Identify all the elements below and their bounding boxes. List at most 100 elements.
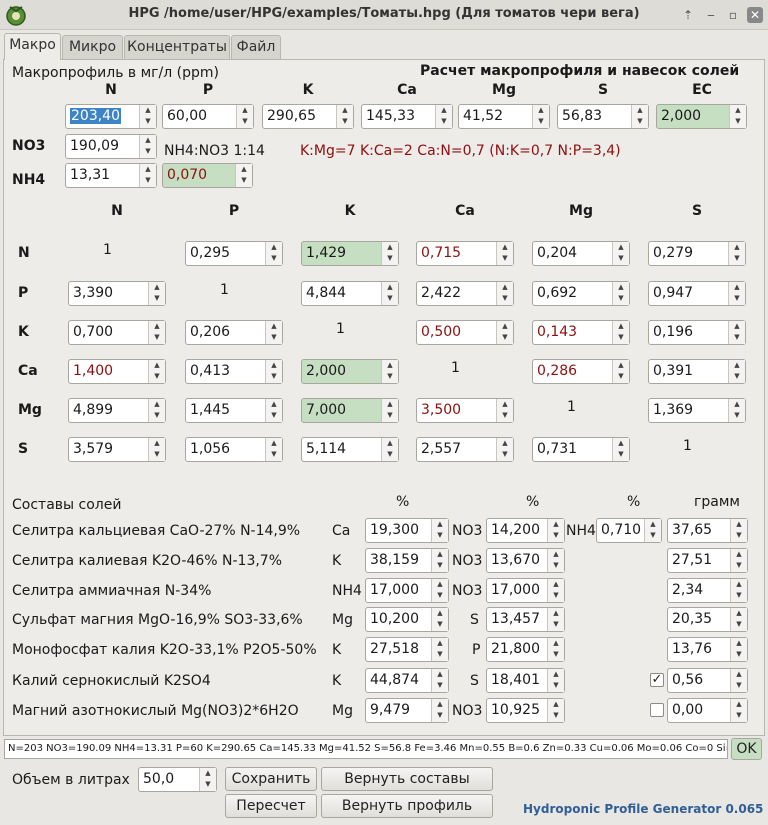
matrix-cell-ca-n[interactable]: 1,400 ▲ ▼ [68, 359, 166, 384]
matrix-cell-p-s[interactable]: 0,947 ▲ ▼ [648, 281, 746, 306]
spin-arrows-icon[interactable]: ▲ ▼ [547, 579, 564, 602]
salt-checkbox-5[interactable]: ✓ [650, 673, 664, 687]
tab-concentrates[interactable]: Концентраты [124, 35, 230, 59]
matrix-cell-p-ca[interactable]: 2,422 ▲ ▼ [416, 281, 514, 306]
spin-arrows-icon[interactable]: ▲ ▼ [547, 549, 564, 572]
maximize-icon[interactable]: ▫ [725, 7, 741, 23]
spin-arrows-icon[interactable]: ▲ ▼ [148, 438, 165, 461]
spin-arrows-icon[interactable]: ▲ ▼ [547, 638, 564, 661]
salt-pct1-1[interactable]: 38,159 ▲ ▼ [365, 548, 449, 573]
spin-arrows-icon[interactable]: ▲ ▼ [612, 360, 629, 383]
ok-button[interactable]: OK [731, 738, 762, 760]
matrix-cell-p-n[interactable]: 3,390 ▲ ▼ [68, 281, 166, 306]
spin-arrows-icon[interactable]: ▲ ▼ [431, 549, 448, 572]
no3-spinbox[interactable]: 190,09 ▲ ▼ [65, 134, 157, 159]
salt-gram-5[interactable]: 0,56 ▲ ▼ [667, 668, 748, 693]
macro-spinbox-ec[interactable]: 2,000 ▲ ▼ [656, 104, 747, 129]
recalc-button[interactable]: Пересчет [225, 794, 317, 818]
matrix-cell-ca-mg[interactable]: 0,286 ▲ ▼ [532, 359, 630, 384]
spin-arrows-icon[interactable]: ▲ ▼ [730, 699, 747, 722]
spin-arrows-icon[interactable]: ▲ ▼ [532, 105, 549, 128]
spin-arrows-icon[interactable]: ▲ ▼ [728, 242, 745, 265]
matrix-cell-mg-k[interactable]: 7,000 ▲ ▼ [301, 398, 399, 423]
salt-gram-3[interactable]: 20,35 ▲ ▼ [667, 607, 748, 632]
spin-arrows-icon[interactable]: ▲ ▼ [612, 282, 629, 305]
matrix-cell-ca-k[interactable]: 2,000 ▲ ▼ [301, 359, 399, 384]
salt-pct2-1[interactable]: 13,670 ▲ ▼ [486, 548, 565, 573]
spin-arrows-icon[interactable]: ▲ ▼ [728, 360, 745, 383]
matrix-cell-k-mg[interactable]: 0,143 ▲ ▼ [532, 320, 630, 345]
spin-arrows-icon[interactable]: ▲ ▼ [381, 282, 398, 305]
tab-macro[interactable]: Макро [4, 33, 61, 60]
salt-gram-0[interactable]: 37,65 ▲ ▼ [667, 518, 748, 543]
salt-pct3-0[interactable]: 0,710 ▲ ▼ [596, 518, 662, 543]
macro-spinbox-n[interactable]: 203,40 ▲ ▼ [65, 104, 157, 129]
salt-pct2-2[interactable]: 17,000 ▲ ▼ [486, 578, 565, 603]
matrix-cell-k-s[interactable]: 0,196 ▲ ▼ [648, 320, 746, 345]
matrix-cell-mg-s[interactable]: 1,369 ▲ ▼ [648, 398, 746, 423]
spin-arrows-icon[interactable]: ▲ ▼ [730, 608, 747, 631]
salt-pct2-6[interactable]: 10,925 ▲ ▼ [486, 698, 565, 723]
matrix-cell-s-n[interactable]: 3,579 ▲ ▼ [68, 437, 166, 462]
salt-pct2-0[interactable]: 14,200 ▲ ▼ [486, 518, 565, 543]
salt-pct2-4[interactable]: 21,800 ▲ ▼ [486, 637, 565, 662]
salt-gram-4[interactable]: 13,76 ▲ ▼ [667, 637, 748, 662]
matrix-cell-k-ca[interactable]: 0,500 ▲ ▼ [416, 320, 514, 345]
salt-pct1-6[interactable]: 9,479 ▲ ▼ [365, 698, 449, 723]
spin-arrows-icon[interactable]: ▲ ▼ [730, 519, 747, 542]
spin-arrows-icon[interactable]: ▲ ▼ [631, 105, 648, 128]
spin-arrows-icon[interactable]: ▲ ▼ [496, 321, 513, 344]
restore-salts-button[interactable]: Вернуть составы [321, 767, 493, 791]
spin-arrows-icon[interactable]: ▲ ▼ [728, 321, 745, 344]
salt-pct1-2[interactable]: 17,000 ▲ ▼ [365, 578, 449, 603]
matrix-cell-mg-ca[interactable]: 3,500 ▲ ▼ [416, 398, 514, 423]
matrix-cell-s-p[interactable]: 1,056 ▲ ▼ [185, 437, 283, 462]
spin-arrows-icon[interactable]: ▲ ▼ [612, 438, 629, 461]
salt-pct1-5[interactable]: 44,874 ▲ ▼ [365, 668, 449, 693]
spin-arrows-icon[interactable]: ▲ ▼ [431, 669, 448, 692]
spin-arrows-icon[interactable]: ▲ ▼ [381, 360, 398, 383]
spin-arrows-icon[interactable]: ▲ ▼ [236, 105, 253, 128]
spin-arrows-icon[interactable]: ▲ ▼ [148, 360, 165, 383]
macro-spinbox-p[interactable]: 60,00 ▲ ▼ [162, 104, 254, 129]
spin-arrows-icon[interactable]: ▲ ▼ [728, 282, 745, 305]
salt-pct1-0[interactable]: 19,300 ▲ ▼ [365, 518, 449, 543]
salt-pct1-3[interactable]: 10,200 ▲ ▼ [365, 607, 449, 632]
spin-arrows-icon[interactable]: ▲ ▼ [612, 321, 629, 344]
matrix-cell-ca-p[interactable]: 0,413 ▲ ▼ [185, 359, 283, 384]
minimize-icon[interactable]: ‒ [703, 7, 719, 23]
spin-arrows-icon[interactable]: ▲ ▼ [728, 399, 745, 422]
spin-arrows-icon[interactable]: ▲ ▼ [435, 105, 452, 128]
matrix-cell-k-n[interactable]: 0,700 ▲ ▼ [68, 320, 166, 345]
macro-spinbox-ca[interactable]: 145,33 ▲ ▼ [361, 104, 453, 129]
matrix-cell-mg-n[interactable]: 4,899 ▲ ▼ [68, 398, 166, 423]
matrix-cell-s-k[interactable]: 5,114 ▲ ▼ [301, 437, 399, 462]
pin-icon[interactable]: ⇡ [680, 7, 696, 23]
spin-arrows-icon[interactable]: ▲ ▼ [148, 399, 165, 422]
spin-arrows-icon[interactable]: ▲ ▼ [381, 242, 398, 265]
salt-gram-1[interactable]: 27,51 ▲ ▼ [667, 548, 748, 573]
spin-arrows-icon[interactable]: ▲ ▼ [612, 242, 629, 265]
spin-arrows-icon[interactable]: ▲ ▼ [139, 105, 156, 128]
spin-arrows-icon[interactable]: ▲ ▼ [431, 638, 448, 661]
nh4-spinbox[interactable]: 13,31 ▲ ▼ [65, 163, 157, 188]
profile-string-field[interactable]: N=203 NO3=190.09 NH4=13.31 P=60 K=290.65… [4, 739, 728, 759]
salt-pct2-5[interactable]: 18,401 ▲ ▼ [486, 668, 565, 693]
spin-arrows-icon[interactable]: ▲ ▼ [265, 438, 282, 461]
tab-micro[interactable]: Микро [62, 35, 123, 59]
spin-arrows-icon[interactable]: ▲ ▼ [265, 242, 282, 265]
spin-arrows-icon[interactable]: ▲ ▼ [265, 360, 282, 383]
spin-arrows-icon[interactable]: ▲ ▼ [547, 519, 564, 542]
spin-arrows-icon[interactable]: ▲ ▼ [730, 669, 747, 692]
matrix-cell-k-p[interactable]: 0,206 ▲ ▼ [185, 320, 283, 345]
spin-arrows-icon[interactable]: ▲ ▼ [730, 638, 747, 661]
spin-arrows-icon[interactable]: ▲ ▼ [730, 579, 747, 602]
spin-arrows-icon[interactable]: ▲ ▼ [336, 105, 353, 128]
spin-arrows-icon[interactable]: ▲ ▼ [148, 282, 165, 305]
spin-arrows-icon[interactable]: ▲ ▼ [496, 399, 513, 422]
spin-arrows-icon[interactable]: ▲ ▼ [431, 608, 448, 631]
salt-gram-6[interactable]: 0,00 ▲ ▼ [667, 698, 748, 723]
matrix-cell-ca-s[interactable]: 0,391 ▲ ▼ [648, 359, 746, 384]
tab-file[interactable]: Файл [231, 35, 281, 59]
salt-pct1-4[interactable]: 27,518 ▲ ▼ [365, 637, 449, 662]
